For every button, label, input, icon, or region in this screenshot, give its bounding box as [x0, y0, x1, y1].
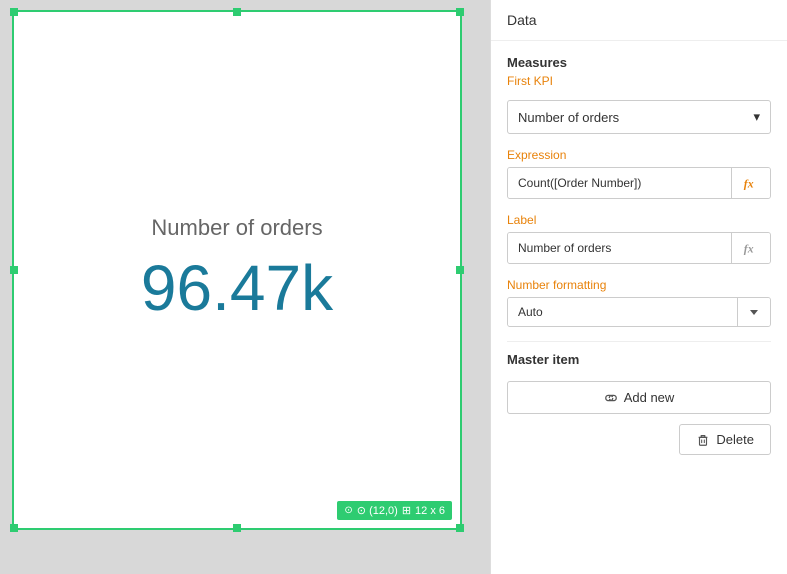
kpi-label: Number of orders [151, 215, 322, 241]
chevron-down-icon: ▾ [753, 109, 760, 125]
handle-mid-left[interactable] [10, 266, 18, 274]
handle-top-center[interactable] [233, 8, 241, 16]
number-formatting-container: Auto Number Money Date [507, 297, 771, 327]
handle-top-right[interactable] [456, 8, 464, 16]
kpi-value: 96.47k [141, 251, 333, 325]
handle-top-left[interactable] [10, 8, 18, 16]
panel-title: Data [507, 12, 771, 28]
size-icon: ⊞ [402, 504, 411, 517]
measures-title: Measures [507, 55, 771, 70]
delete-label: Delete [716, 432, 754, 447]
svg-text:fx: fx [744, 243, 754, 256]
svg-text:fx: fx [744, 178, 754, 191]
measure-name: Number of orders [518, 110, 619, 125]
expression-field-container: fx [507, 167, 771, 199]
handle-bot-left[interactable] [10, 524, 18, 532]
add-new-button[interactable]: Add new [507, 381, 771, 414]
handle-bot-right[interactable] [456, 524, 464, 532]
dropdown-arrow-icon [737, 298, 770, 326]
label-fx-button[interactable]: fx [731, 233, 770, 263]
expression-fx-button[interactable]: fx [731, 168, 770, 198]
panel-header: Data [491, 0, 787, 41]
add-new-label: Add new [624, 390, 675, 405]
position-indicator: ⊙ ⊙ (12,0) ⊞ 12 x 6 [337, 501, 452, 520]
measure-dropdown[interactable]: Number of orders ▾ [507, 100, 771, 134]
expression-input[interactable] [508, 168, 731, 198]
divider [507, 341, 771, 342]
number-formatting-select[interactable]: Auto Number Money Date [508, 298, 737, 326]
handle-mid-right[interactable] [456, 266, 464, 274]
right-panel: Data Measures First KPI Number of orders… [490, 0, 787, 574]
delete-button[interactable]: Delete [679, 424, 771, 455]
label-input[interactable] [508, 233, 731, 263]
position-icon: ⊙ [344, 505, 352, 516]
canvas-area: Number of orders 96.47k ⊙ ⊙ (12,0) ⊞ 12 … [0, 0, 490, 574]
position-coords: ⊙ (12,0) [357, 504, 398, 517]
expression-label: Expression [507, 148, 771, 162]
kpi-widget[interactable]: Number of orders 96.47k ⊙ ⊙ (12,0) ⊞ 12 … [12, 10, 462, 530]
number-formatting-label: Number formatting [507, 278, 771, 292]
panel-body: Measures First KPI Number of orders ▾ Ex… [491, 41, 787, 469]
first-kpi-label: First KPI [507, 74, 771, 88]
label-field-label: Label [507, 213, 771, 227]
delete-row: Delete [507, 424, 771, 455]
size-label: 12 x 6 [415, 505, 445, 517]
label-field-container: fx [507, 232, 771, 264]
handle-bot-center[interactable] [233, 524, 241, 532]
master-item-title: Master item [507, 352, 771, 367]
